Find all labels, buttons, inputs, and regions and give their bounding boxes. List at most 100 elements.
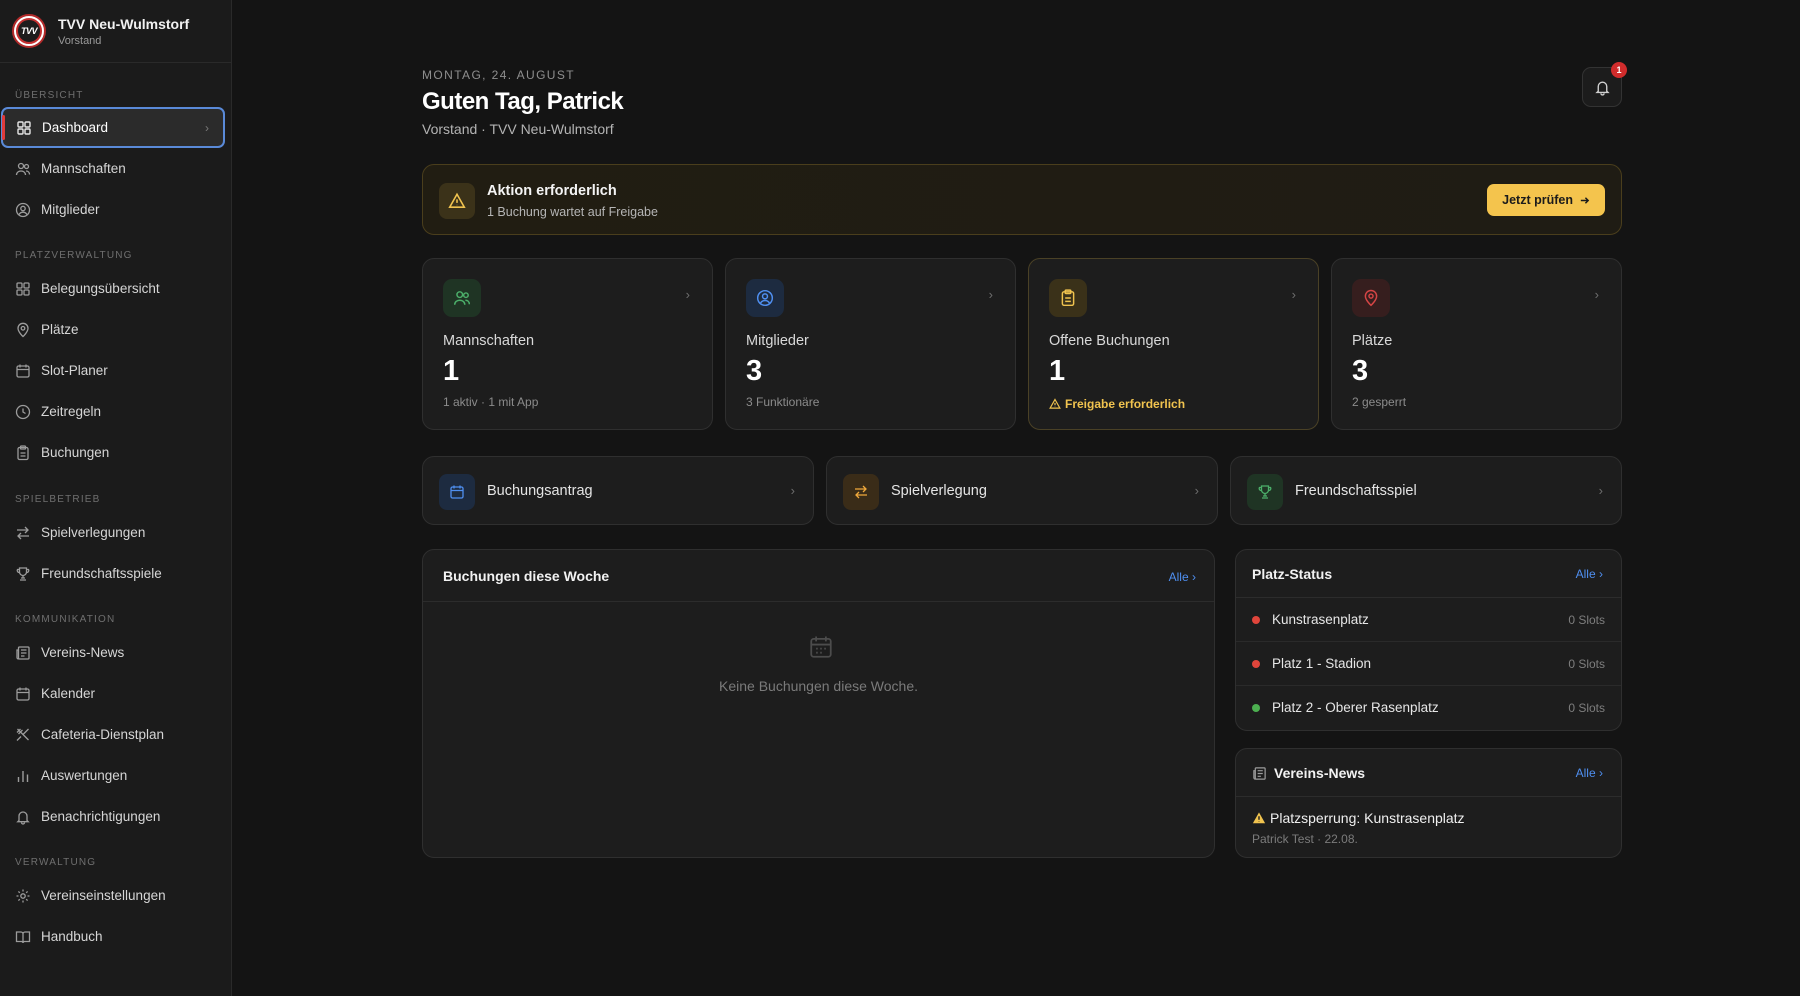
sidebar-item-mannschaften[interactable]: Mannschaften bbox=[0, 148, 225, 189]
sidebar-item-label: Cafeteria-Dienstplan bbox=[41, 727, 165, 742]
status-dot bbox=[1252, 704, 1260, 712]
sidebar-item-label: Mitglieder bbox=[41, 202, 100, 217]
quick-action-buchungsantrag[interactable]: Buchungsantrag › bbox=[422, 456, 814, 525]
swap-icon bbox=[843, 474, 879, 510]
sidebar-item-mitglieder[interactable]: Mitglieder bbox=[0, 189, 225, 230]
news-item-title-row[interactable]: Platzsperrung: Kunstrasenplatz bbox=[1252, 810, 1465, 826]
stat-label: Mitglieder bbox=[746, 333, 809, 349]
notifications-button[interactable]: 1 bbox=[1582, 62, 1627, 107]
user-circle-icon bbox=[15, 202, 31, 217]
chevron-right-icon: › bbox=[685, 287, 690, 302]
newspaper-icon bbox=[1253, 767, 1266, 780]
sidebar-item-vereins-news[interactable]: Vereins-News bbox=[0, 632, 225, 673]
sidebar-item-label: Freundschaftsspiele bbox=[41, 566, 162, 581]
sidebar-item-dashboard[interactable]: Dashboard › bbox=[1, 107, 225, 148]
sidebar-item-buchungen[interactable]: Buchungen bbox=[0, 432, 225, 473]
map-pin-icon bbox=[17, 322, 29, 337]
news-view-all-link[interactable]: Alle › bbox=[1576, 766, 1603, 780]
chevron-right-icon: › bbox=[1594, 287, 1599, 302]
stat-value: 1 bbox=[1049, 355, 1066, 387]
action-required-banner: Aktion erforderlich 1 Buchung wartet auf… bbox=[422, 164, 1622, 235]
stat-card-mitglieder[interactable]: › Mitglieder 3 3 Funktionäre bbox=[725, 258, 1016, 430]
place-row[interactable]: Kunstrasenplatz 0 Slots bbox=[1236, 598, 1621, 642]
stat-card-offene-buchungen[interactable]: › Offene Buchungen 1 Freigabe erforderli… bbox=[1028, 258, 1319, 430]
sidebar-item-label: Vereinseinstellungen bbox=[41, 888, 166, 903]
clipboard-icon bbox=[17, 444, 29, 460]
sidebar-item-label: Buchungen bbox=[41, 445, 110, 460]
alert-subtitle: 1 Buchung wartet auf Freigabe bbox=[487, 205, 658, 219]
panel-title: Buchungen diese Woche bbox=[443, 568, 610, 584]
panel-header: Vereins-News Alle › bbox=[1236, 749, 1621, 797]
grid-icon bbox=[17, 120, 31, 135]
quick-action-freundschaftsspiel[interactable]: Freundschaftsspiel › bbox=[1230, 456, 1622, 525]
nav-section-overview: ÜBERSICHT bbox=[15, 90, 84, 101]
sidebar-item-label: Zeitregeln bbox=[41, 404, 102, 419]
sidebar-item-freundschaftsspiele[interactable]: Freundschaftsspiele bbox=[0, 553, 225, 594]
sidebar-item-vereinseinstellungen[interactable]: Vereinseinstellungen bbox=[0, 875, 225, 916]
panel-header: Buchungen diese Woche Alle › bbox=[423, 550, 1214, 602]
review-now-button[interactable]: Jetzt prüfen bbox=[1487, 184, 1605, 216]
panel-header: Platz-Status Alle › bbox=[1236, 550, 1621, 598]
sidebar-item-label: Mannschaften bbox=[41, 161, 126, 176]
sidebar-item-label: Spielverlegungen bbox=[41, 525, 146, 540]
place-slots: 0 Slots bbox=[1568, 613, 1605, 627]
sidebar: TVV TVV Neu-Wulmstorf Vorstand ÜBERSICHT… bbox=[0, 0, 232, 996]
sidebar-item-kalender[interactable]: Kalender bbox=[0, 673, 225, 714]
stat-note: 3 Funktionäre bbox=[746, 395, 820, 409]
user-role: Vorstand bbox=[58, 34, 102, 47]
sidebar-item-label: Benachrichtigungen bbox=[41, 809, 161, 824]
chevron-right-icon: › bbox=[205, 120, 209, 135]
view-all-label: Alle bbox=[1575, 766, 1596, 780]
stat-card-plaetze[interactable]: › Plätze 3 2 gesperrt bbox=[1331, 258, 1622, 430]
view-all-label: Alle bbox=[1168, 570, 1189, 584]
sidebar-item-plaetze[interactable]: Plätze bbox=[0, 309, 225, 350]
chevron-right-icon: › bbox=[988, 287, 993, 302]
place-row[interactable]: Platz 2 - Oberer Rasenplatz 0 Slots bbox=[1236, 686, 1621, 730]
sidebar-item-benachrichtigungen[interactable]: Benachrichtigungen bbox=[0, 796, 225, 837]
clipboard-icon bbox=[1049, 279, 1087, 317]
sidebar-item-cafeteria-dienstplan[interactable]: Cafeteria-Dienstplan bbox=[0, 714, 225, 755]
stat-note: Freigabe erforderlich bbox=[1065, 397, 1186, 411]
sidebar-item-slot-planer[interactable]: Slot-Planer bbox=[0, 350, 225, 391]
chevron-right-icon: › bbox=[1598, 483, 1603, 498]
place-name: Platz 2 - Oberer Rasenplatz bbox=[1272, 700, 1439, 715]
stat-label: Mannschaften bbox=[443, 333, 535, 349]
calendar-icon bbox=[439, 474, 475, 510]
quick-action-label: Spielverlegung bbox=[891, 483, 987, 499]
warning-icon bbox=[1049, 398, 1061, 409]
sidebar-item-auswertungen[interactable]: Auswertungen bbox=[0, 755, 225, 796]
stat-label: Offene Buchungen bbox=[1049, 333, 1170, 349]
nav-section-kommunikation: KOMMUNIKATION bbox=[15, 614, 116, 625]
page-subtitle: Vorstand · TVV Neu-Wulmstorf bbox=[422, 121, 614, 137]
club-logo: TVV bbox=[12, 14, 46, 48]
quick-action-spielverlegung[interactable]: Spielverlegung › bbox=[826, 456, 1218, 525]
grid-icon bbox=[16, 281, 30, 296]
club-name: TVV Neu-Wulmstorf bbox=[58, 15, 190, 32]
place-row[interactable]: Platz 1 - Stadion 0 Slots bbox=[1236, 642, 1621, 686]
newspaper-icon bbox=[16, 645, 30, 660]
warning-icon bbox=[1252, 812, 1266, 824]
status-dot bbox=[1252, 660, 1260, 668]
place-status-panel: Platz-Status Alle › Kunstrasenplatz 0 Sl… bbox=[1235, 549, 1622, 731]
sidebar-item-label: Handbuch bbox=[41, 929, 103, 944]
nav-section-platzverwaltung: PLATZVERWALTUNG bbox=[15, 250, 133, 261]
bookings-view-all-link[interactable]: Alle › bbox=[1169, 570, 1196, 584]
gear-icon bbox=[16, 889, 30, 902]
alert-title: Aktion erforderlich bbox=[487, 183, 617, 199]
brand-header[interactable]: TVV TVV Neu-Wulmstorf Vorstand bbox=[0, 0, 231, 63]
sidebar-item-belegungsuebersicht[interactable]: Belegungsübersicht bbox=[0, 268, 225, 309]
sidebar-item-handbuch[interactable]: Handbuch bbox=[0, 916, 225, 957]
status-dot bbox=[1252, 616, 1260, 624]
place-status-view-all-link[interactable]: Alle › bbox=[1576, 567, 1603, 581]
stat-card-mannschaften[interactable]: › Mannschaften 1 1 aktiv · 1 mit App bbox=[422, 258, 713, 430]
stat-label: Plätze bbox=[1352, 333, 1393, 349]
sidebar-item-spielverlegungen[interactable]: Spielverlegungen bbox=[0, 512, 225, 553]
sidebar-item-zeitregeln[interactable]: Zeitregeln bbox=[0, 391, 225, 432]
empty-state-text: Keine Buchungen diese Woche. bbox=[719, 678, 918, 694]
stat-value: 3 bbox=[746, 355, 763, 387]
news-item-title: Platzsperrung: Kunstrasenplatz bbox=[1270, 810, 1465, 826]
bookings-week-panel: Buchungen diese Woche Alle › Keine Buchu… bbox=[422, 549, 1215, 858]
club-news-panel: Vereins-News Alle › Platzsperrung: Kunst… bbox=[1235, 748, 1622, 858]
users-icon bbox=[15, 162, 31, 175]
map-pin-icon bbox=[1352, 279, 1390, 317]
